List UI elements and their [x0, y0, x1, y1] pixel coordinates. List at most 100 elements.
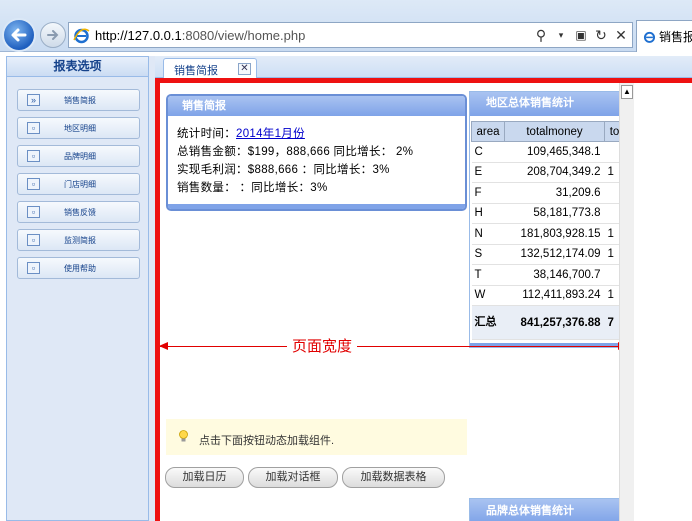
- window-icon: ▫: [27, 122, 40, 134]
- table-row[interactable]: W 112,411,893.24 1: [471, 285, 619, 306]
- brand-sales-panel: 品牌总体销售统计: [469, 498, 619, 521]
- load-datagrid-button[interactable]: 加载数据表格: [342, 467, 445, 488]
- stat-period-link[interactable]: 2014年1月份: [236, 128, 305, 140]
- sidebar-item-monitor-brief[interactable]: ▫ 监测简报: [17, 229, 140, 251]
- vertical-scrollbar[interactable]: ▲: [619, 83, 634, 521]
- sidebar-item-label: 门店明细: [64, 180, 96, 189]
- page-width-label: 页面宽度: [287, 338, 358, 356]
- forward-button[interactable]: [40, 22, 66, 48]
- table-row[interactable]: C 109,465,348.1: [471, 141, 619, 163]
- window-icon: ▫: [27, 206, 40, 218]
- stop-icon[interactable]: ✕: [614, 26, 628, 44]
- arrow-left-icon: [160, 342, 168, 350]
- hint-box: 点击下面按钮动态加载组件.: [166, 419, 467, 455]
- page-margin: [634, 83, 692, 521]
- content-tabstrip: 销售简报 ✕: [155, 56, 692, 79]
- search-icon[interactable]: ⚲: [534, 26, 548, 44]
- table-row[interactable]: S 132,512,174.09 1: [471, 244, 619, 265]
- sidebar-item-sales-feedback[interactable]: ▫ 销售反馈: [17, 201, 140, 223]
- table-cell-extra: 1: [604, 244, 619, 265]
- sidebar-item-label: 销售简报: [64, 96, 96, 105]
- dropdown-icon[interactable]: ▾: [554, 26, 568, 44]
- report-options-panel: 报表选项 » 销售简报 ▫ 地区明细 ▫ 品牌明细 ▫ 门店明细 ▫ 销售反馈: [6, 56, 149, 521]
- browser-toolbar: http://127.0.0.1:8080/view/home.php ⚲ ▾ …: [0, 0, 692, 52]
- sidebar-item-label: 地区明细: [64, 124, 96, 133]
- table-cell-area: E: [471, 162, 505, 183]
- load-calendar-button[interactable]: 加载日历: [165, 467, 244, 488]
- browser-tab-title: 销售报: [658, 30, 692, 44]
- table-row[interactable]: F 31,209.6: [471, 182, 619, 204]
- sidebar-item-brand-detail[interactable]: ▫ 品牌明细: [17, 145, 140, 167]
- sidebar-item-region-detail[interactable]: ▫ 地区明细: [17, 117, 140, 139]
- window-icon: ▫: [27, 150, 40, 162]
- table-cell-totalmoney: 31,209.6: [504, 182, 605, 204]
- scroll-up-icon[interactable]: ▲: [621, 85, 633, 99]
- double-chevron-icon: »: [27, 94, 40, 106]
- summary-body: 统计时间：2014年1月份 总销售金额：$199，888,666 同比增长： 2…: [168, 116, 465, 197]
- table-cell-extra: 1: [604, 223, 619, 245]
- sales-summary-card: 销售简报 统计时间：2014年1月份 总销售金额：$199，888,666 同比…: [166, 94, 467, 211]
- sidebar-item-store-detail[interactable]: ▫ 门店明细: [17, 173, 140, 195]
- summary-title: 销售简报: [168, 96, 465, 116]
- report-options-title: 报表选项: [7, 57, 148, 77]
- content-viewport: 销售简报 统计时间：2014年1月份 总销售金额：$199，888,666 同比…: [160, 83, 619, 521]
- table-cell-area: F: [471, 182, 505, 204]
- column-header[interactable]: totalmoney: [504, 121, 605, 142]
- close-icon[interactable]: ✕: [238, 63, 251, 75]
- table-cell-totalmoney: 38,146,700.7: [504, 264, 605, 286]
- table-row[interactable]: T 38,146,700.7: [471, 264, 619, 286]
- table-cell-totalmoney: 208,704,349.2: [504, 162, 605, 183]
- load-dialog-button[interactable]: 加载对话框: [248, 467, 338, 488]
- table-total-area: 汇总: [471, 305, 505, 340]
- table-row[interactable]: H 58,181,773.8: [471, 203, 619, 224]
- window-icon: ▫: [27, 178, 40, 190]
- table-cell-totalmoney: 132,512,174.09: [504, 244, 605, 265]
- arrow-left-icon: [11, 28, 27, 42]
- region-panel-title: 地区总体销售统计: [470, 92, 619, 116]
- refresh-icon[interactable]: ↻: [594, 26, 608, 44]
- table-cell-totalmoney: 109,465,348.1: [504, 141, 605, 163]
- ie-logo-icon: [643, 31, 656, 43]
- sidebar-item-sales-brief[interactable]: » 销售简报: [17, 89, 140, 111]
- table-cell-totalmoney: 112,411,893.24: [504, 285, 605, 306]
- ie-logo-icon: [73, 28, 90, 44]
- back-button[interactable]: [2, 18, 36, 52]
- window-icon: ▫: [27, 262, 40, 274]
- table-cell-extra: [604, 141, 619, 163]
- sidebar-item-help[interactable]: ▫ 使用帮助: [17, 257, 140, 279]
- column-header[interactable]: to: [604, 121, 619, 142]
- report-menu: » 销售简报 ▫ 地区明细 ▫ 品牌明细 ▫ 门店明细 ▫ 销售反馈 ▫ 监测简…: [7, 77, 148, 279]
- table-cell-extra: [604, 203, 619, 224]
- window-icon: ▫: [27, 234, 40, 246]
- browser-tab[interactable]: 销售报: [636, 20, 692, 52]
- table-row[interactable]: E 208,704,349.2 1: [471, 162, 619, 183]
- summary-footer: [168, 204, 465, 209]
- table-total-row: 汇总 841,257,376.88 7: [471, 305, 619, 340]
- compat-view-icon[interactable]: ▣: [574, 26, 588, 44]
- table-cell-extra: [604, 264, 619, 286]
- table-cell-extra: 1: [604, 285, 619, 306]
- summary-time-line: 统计时间：2014年1月份: [177, 128, 305, 140]
- region-table: area totalmoney to C 109,465,348.1 E 208,70…: [471, 121, 619, 340]
- brand-panel-title: 品牌总体销售统计: [470, 499, 619, 521]
- table-cell-area: H: [471, 203, 505, 224]
- column-header[interactable]: area: [471, 121, 505, 142]
- table-cell-area: W: [471, 285, 505, 306]
- url-text: http://127.0.0.1:8080/view/home.php: [95, 28, 306, 43]
- summary-quantity-line: 销售数量： ：同比增长：3%: [177, 182, 328, 194]
- sidebar-item-label: 监测简报: [64, 236, 96, 245]
- table-cell-extra: [604, 182, 619, 204]
- page-width-line: [160, 346, 619, 347]
- table-cell-area: S: [471, 244, 505, 265]
- table-cell-totalmoney: 181,803,928.15: [504, 223, 605, 245]
- sidebar-item-label: 销售反馈: [64, 208, 96, 217]
- table-cell-extra: 1: [604, 162, 619, 183]
- table-row[interactable]: N 181,803,928.15 1: [471, 223, 619, 245]
- hint-text: 点击下面按钮动态加载组件.: [199, 435, 335, 447]
- summary-profit-line: 实现毛利润：$888,666 ：同比增长：3%: [177, 164, 390, 176]
- sidebar-item-label: 品牌明细: [64, 152, 96, 161]
- tab-sales-brief[interactable]: 销售简报 ✕: [163, 58, 257, 79]
- address-bar[interactable]: http://127.0.0.1:8080/view/home.php ⚲ ▾ …: [68, 22, 633, 48]
- table-total-extra: 7: [604, 305, 619, 340]
- lightbulb-icon: [179, 430, 188, 442]
